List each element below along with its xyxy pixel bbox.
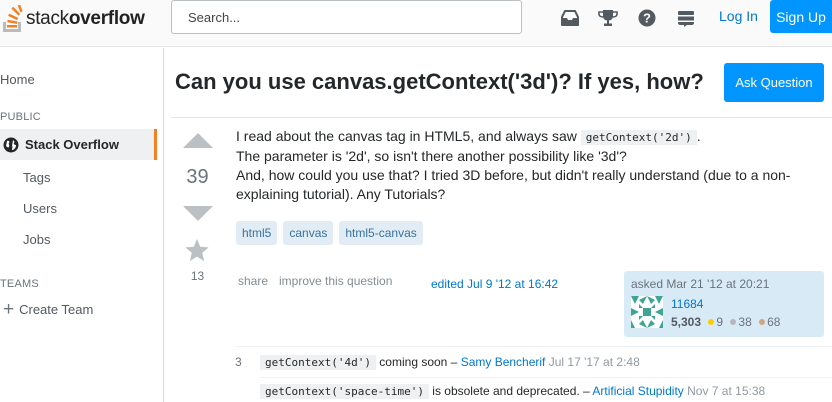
comment-date[interactable]: Nov 7 at 15:38 [684,384,765,398]
question-title[interactable]: Can you use canvas.getContext('3d')? If … [175,69,704,95]
silver-badge-count: 38 [738,315,752,329]
user-reputation: 5,303 9 38 68 [671,315,780,329]
user-avatar-icon[interactable] [631,296,663,328]
edited-link[interactable]: edited Jul 9 '12 at 16:42 [431,277,558,291]
tag-canvas[interactable]: canvas [283,221,334,245]
gold-badge-count: 9 [716,315,724,329]
comment-author-link[interactable]: Samy Bencherif [461,355,546,369]
svg-text:?: ? [643,11,651,26]
left-sidebar: Home PUBLIC Stack Overflow Tags Users Jo… [0,48,164,402]
comment-code: getContext('4d') [260,355,376,370]
stackoverflow-logo-icon [3,5,23,32]
comment-divider [260,377,832,378]
body-paragraph-1: I read about the canvas tag in HTML5, an… [236,127,832,204]
login-link[interactable]: Log In [719,8,758,24]
owner-card: asked Mar 21 '12 at 20:21 11684 5,303 9 … [624,271,824,337]
comments-divider [236,346,832,347]
comment: getContext('4d') coming soon – Samy Benc… [260,355,640,370]
tag-html5[interactable]: html5 [236,221,278,245]
sidebar-item-jobs[interactable]: Jobs [23,232,50,247]
body-text: The parameter is '2d', so isn't there an… [236,148,627,164]
favorite-star-icon[interactable] [184,238,210,263]
sidebar-heading-teams: TEAMS [0,278,39,290]
asked-timestamp: asked Mar 21 '12 at 20:21 [631,277,770,291]
question-body: I read about the canvas tag in HTML5, an… [236,127,832,204]
globe-icon [3,137,19,152]
bronze-badge-count: 68 [767,315,781,329]
inbox-icon[interactable] [560,8,580,28]
body-text: I read about the canvas tag in HTML5, an… [236,128,581,144]
comment-score: 3 [235,355,242,369]
sidebar-item-home[interactable]: Home [0,72,35,87]
sidebar-item-tags[interactable]: Tags [23,170,50,185]
tag-list: html5 canvas html5-canvas [236,221,423,245]
search-input[interactable] [171,0,522,34]
ask-question-button[interactable]: Ask Question [724,63,824,102]
create-team-label: Create Team [19,302,94,317]
sidebar-heading-public: PUBLIC [0,111,41,123]
top-bar: stackoverflow ? Log In Sign Up [0,0,832,47]
stack-exchange-icon[interactable] [676,8,696,28]
comment-author-link[interactable]: Artificial Stupidity [592,384,683,398]
comment-text: coming soon – [375,355,461,369]
sidebar-item-stack-overflow[interactable]: Stack Overflow [0,129,157,160]
share-link[interactable]: share [238,274,268,288]
comment: getContext('space-time') is obsolete and… [260,384,765,399]
upvote-arrow-icon[interactable] [183,133,213,148]
logo-text-stack: stack [26,8,69,29]
logo-text: stackoverflow [26,8,145,30]
plus-icon: + [3,298,15,320]
improve-question-link[interactable]: improve this question [279,274,392,288]
downvote-arrow-icon[interactable] [183,206,213,221]
reputation-score: 5,303 [671,315,702,329]
user-name-link[interactable]: 11684 [671,297,703,311]
create-team-link[interactable]: + Create Team [3,298,94,320]
body-text: And, how could you use that? I tried 3D … [236,167,791,202]
vote-count: 39 [186,166,209,188]
comment-text: is obsolete and deprecated. – [428,384,593,398]
comment-code: getContext('space-time') [260,384,429,399]
silver-badge-icon [730,319,737,325]
tag-html5-canvas[interactable]: html5-canvas [339,221,423,245]
logo-text-overflow: overflow [68,8,145,29]
gold-badge-icon [708,319,715,325]
sidebar-item-label: Stack Overflow [25,137,119,152]
comment-date[interactable]: Jul 17 '17 at 2:48 [545,355,640,369]
trophy-icon[interactable] [598,8,618,28]
favorite-count: 13 [190,269,205,283]
inline-code: getContext('2d') [580,130,697,145]
bronze-badge-icon [759,319,766,325]
signup-button[interactable]: Sign Up [770,0,832,33]
header-divider [171,117,832,118]
body-text: . [696,128,701,144]
stackoverflow-logo[interactable]: stackoverflow [0,5,145,33]
sidebar-item-users[interactable]: Users [23,201,57,216]
help-icon[interactable]: ? [637,8,657,28]
